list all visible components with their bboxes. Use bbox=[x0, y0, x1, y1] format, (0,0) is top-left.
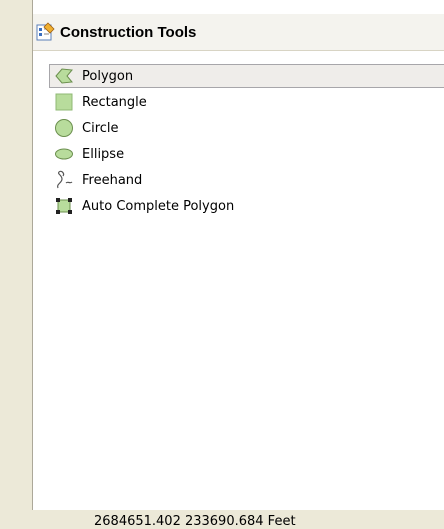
panel-title: Construction Tools bbox=[60, 23, 197, 41]
construction-tools-panel: Construction Tools Polygon Rectangle Cir… bbox=[32, 0, 444, 510]
polygon-icon bbox=[54, 66, 74, 86]
rectangle-icon bbox=[54, 92, 74, 112]
ellipse-icon bbox=[54, 144, 74, 164]
tool-item-circle[interactable]: Circle bbox=[49, 116, 444, 140]
circle-icon bbox=[54, 118, 74, 138]
tool-item-ellipse[interactable]: Ellipse bbox=[49, 142, 444, 166]
auto-complete-polygon-icon bbox=[54, 196, 74, 216]
tool-item-auto-complete-polygon[interactable]: Auto Complete Polygon bbox=[49, 194, 444, 218]
construction-tools-icon bbox=[36, 22, 56, 42]
panel-header: Construction Tools bbox=[33, 14, 444, 51]
tool-label: Ellipse bbox=[82, 146, 125, 162]
tool-label: Polygon bbox=[82, 68, 134, 84]
tool-label: Circle bbox=[82, 120, 119, 136]
tool-label: Rectangle bbox=[82, 94, 147, 110]
tool-item-polygon[interactable]: Polygon bbox=[49, 64, 444, 88]
tool-label: Auto Complete Polygon bbox=[82, 198, 235, 214]
tool-item-rectangle[interactable]: Rectangle bbox=[49, 90, 444, 114]
tool-label: Freehand bbox=[82, 172, 143, 188]
tool-list: Polygon Rectangle Circle Ellipse Freehan… bbox=[49, 64, 444, 220]
tool-item-freehand[interactable]: Freehand bbox=[49, 168, 444, 192]
freehand-icon bbox=[54, 170, 74, 190]
